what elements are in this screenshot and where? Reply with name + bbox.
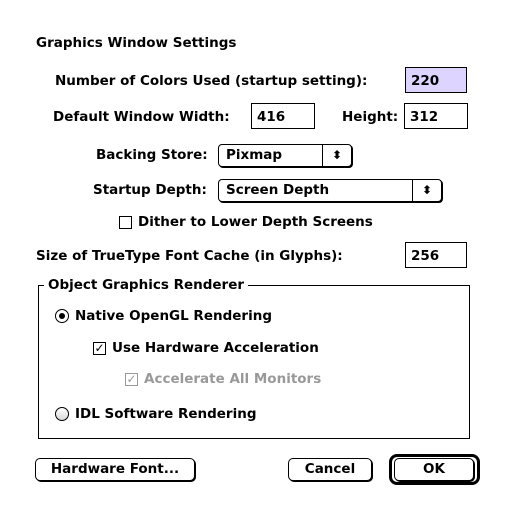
ok-button[interactable]: OK (394, 458, 474, 481)
dither-checkbox[interactable] (119, 216, 132, 229)
font-cache-label: Size of TrueType Font Cache (in Glyphs): (36, 248, 343, 264)
backing-store-value: Pixmap (226, 147, 283, 163)
startup-depth-popup[interactable]: Screen Depth ⬍ (218, 179, 442, 202)
window-width-field[interactable] (251, 103, 315, 129)
startup-depth-value: Screen Depth (226, 182, 330, 198)
backing-store-label: Backing Store: (96, 147, 208, 163)
dither-label: Dither to Lower Depth Screens (138, 214, 373, 230)
native-opengl-radio[interactable] (55, 309, 69, 323)
font-cache-field[interactable] (405, 242, 467, 268)
hardware-font-button[interactable]: Hardware Font... (35, 458, 195, 481)
accelerate-all-monitors-label: Accelerate All Monitors (144, 371, 322, 387)
window-height-field[interactable] (404, 103, 468, 129)
up-down-arrows-icon: ⬍ (412, 180, 441, 201)
dialog-title: Graphics Window Settings (36, 35, 237, 51)
graphics-window-settings-dialog: Graphics Window Settings Number of Color… (0, 0, 510, 506)
window-height-label: Height: (342, 109, 399, 125)
check-mark-icon: ✓ (94, 341, 105, 355)
hardware-acceleration-label: Use Hardware Acceleration (112, 340, 319, 356)
window-width-label: Default Window Width: (53, 109, 230, 125)
idl-software-radio[interactable] (55, 407, 69, 421)
native-opengl-label: Native OpenGL Rendering (75, 308, 272, 324)
accelerate-all-monitors-checkbox: ✓ (125, 373, 138, 386)
colors-field[interactable] (405, 67, 467, 93)
colors-label: Number of Colors Used (startup setting): (55, 73, 368, 89)
renderer-group-title: Object Graphics Renderer (44, 276, 249, 294)
up-down-arrows-icon: ⬍ (322, 145, 351, 166)
hardware-acceleration-checkbox[interactable]: ✓ (93, 342, 106, 355)
check-mark-icon: ✓ (126, 372, 137, 386)
startup-depth-label: Startup Depth: (93, 182, 207, 198)
idl-software-label: IDL Software Rendering (75, 406, 257, 422)
renderer-group-title-text: Object Graphics Renderer (44, 277, 249, 293)
cancel-button[interactable]: Cancel (288, 458, 372, 481)
backing-store-popup[interactable]: Pixmap ⬍ (218, 144, 352, 167)
